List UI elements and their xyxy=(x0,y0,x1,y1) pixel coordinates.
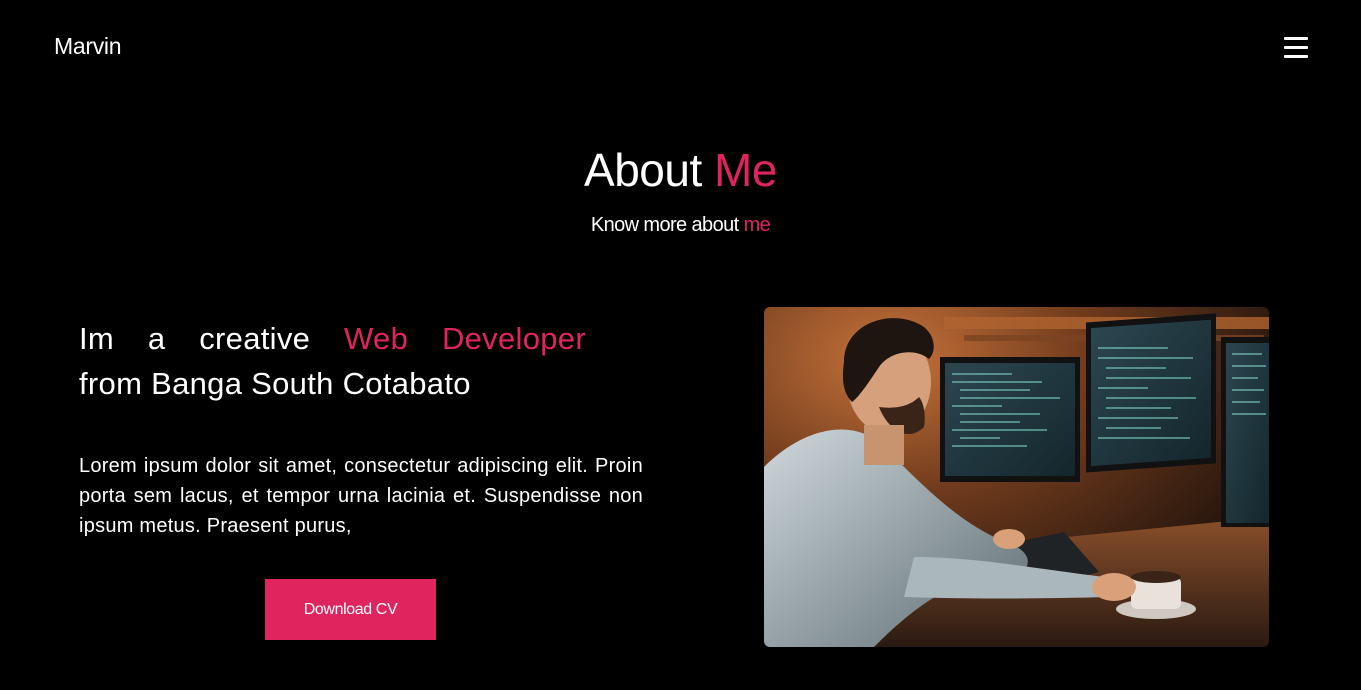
section-subtitle-main: Know more about xyxy=(590,214,739,236)
section-title-main: About xyxy=(584,144,702,196)
section-title-accent: Me xyxy=(714,144,777,196)
intro-paragraph: Lorem ipsum dolor sit amet, consectetur … xyxy=(79,455,643,537)
menu-bar xyxy=(1284,46,1308,49)
section-subtitle-accent: me xyxy=(743,214,771,236)
menu-bar xyxy=(1284,37,1308,40)
headline-word: a xyxy=(147,321,166,356)
headline-word: Im xyxy=(79,321,115,356)
hamburger-menu-icon[interactable] xyxy=(1284,36,1308,58)
download-cv-button[interactable]: Download CV xyxy=(265,579,436,640)
menu-bar xyxy=(1284,55,1308,58)
headline-accent-word: Developer xyxy=(441,321,586,356)
brand-logo[interactable]: Marvin xyxy=(54,33,122,60)
section-title: About Me xyxy=(0,140,1361,200)
headline-word: creative xyxy=(199,321,311,356)
section-subtitle: Know more about me xyxy=(0,212,1361,238)
headline-line-2: from Banga South Cotabato xyxy=(79,366,471,401)
developer-photo xyxy=(764,307,1269,647)
headline-accent-word: Web xyxy=(344,321,409,356)
intro-headline: Im a creative Web Developer from Banga S… xyxy=(79,316,586,406)
